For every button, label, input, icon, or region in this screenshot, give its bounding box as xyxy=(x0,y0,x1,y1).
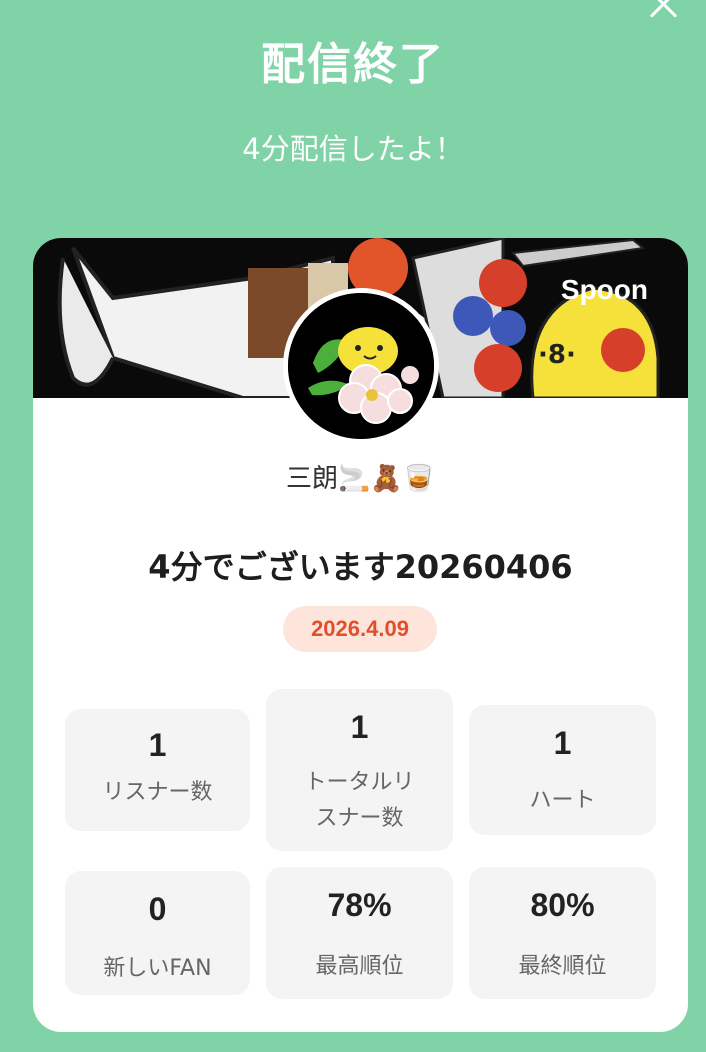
avatar-illustration xyxy=(288,293,434,439)
stat-value: 1 xyxy=(148,727,167,763)
date-badge: 2026.4.09 xyxy=(283,606,437,652)
stat-final-rank: 80% 最終順位 xyxy=(469,867,656,999)
username: 三朗🚬🧸🥃 xyxy=(285,464,436,494)
stat-label: 最終順位 xyxy=(518,954,607,979)
stat-label-line1: トータルリ xyxy=(304,770,415,795)
stream-title: 4分でございます20260406 xyxy=(148,548,573,586)
stat-total-listeners: 1 トータルリ スナー数 xyxy=(266,689,453,851)
svg-text:·8·: ·8· xyxy=(538,340,576,370)
stat-label-line2: スナー数 xyxy=(315,806,404,831)
broadcast-summary-card: ·8· Spoon 三朗🚬🧸🥃 4分でございます20260406 2026.4.… xyxy=(33,238,688,1032)
stat-value: 1 xyxy=(350,709,369,745)
stat-label: トータルリ スナー数 xyxy=(266,765,453,837)
avatar[interactable] xyxy=(283,288,439,444)
spoon-logo: Spoon xyxy=(560,274,648,305)
stat-label: 新しいFAN xyxy=(103,956,212,981)
stat-best-rank: 78% 最高順位 xyxy=(266,867,453,999)
stat-value: 1 xyxy=(553,725,572,761)
stat-value: 78% xyxy=(327,887,392,923)
close-button[interactable] xyxy=(646,0,682,22)
stat-label: 最高順位 xyxy=(315,954,404,979)
stat-value: 0 xyxy=(148,891,167,927)
page-title: 配信終了 xyxy=(261,39,445,90)
stat-value: 80% xyxy=(530,887,595,923)
stat-hearts: 1 ハート xyxy=(469,705,656,835)
stat-new-fans: 0 新しいFAN xyxy=(65,871,250,995)
stat-listeners: 1 リスナー数 xyxy=(65,709,250,831)
page-subtitle: 4分配信したよ！ xyxy=(242,132,464,166)
stat-label: リスナー数 xyxy=(102,780,213,805)
stat-label: ハート xyxy=(529,788,596,813)
